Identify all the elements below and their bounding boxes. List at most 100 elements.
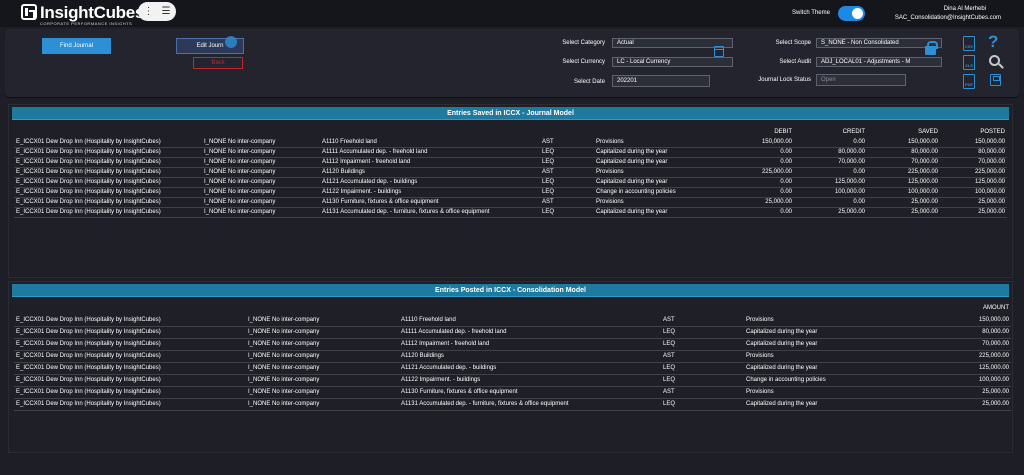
back-button[interactable]: Back (193, 57, 243, 69)
table-row[interactable]: E_ICCX01 Dew Drop Inn (Hospitality by In… (14, 374, 1011, 387)
account-type-cell: LEQ (661, 374, 744, 387)
posted-cell: 70,000.00 (940, 157, 1007, 168)
amount-cell: 80,000.00 (905, 326, 1011, 339)
find-journal-button[interactable]: Find Journal (42, 38, 111, 54)
debit-cell: 0.00 (712, 207, 794, 218)
table-row[interactable]: E_ICCX01 Dew Drop Inn (Hospitality by In… (14, 187, 1007, 198)
table-row[interactable]: E_ICCX01 Dew Drop Inn (Hospitality by In… (14, 157, 1007, 168)
table-row[interactable]: E_ICCX01 Dew Drop Inn (Hospitality by In… (14, 207, 1007, 218)
posted-cell: 125,000.00 (940, 177, 1007, 188)
account-type-cell: LEQ (661, 362, 744, 375)
table-row[interactable]: E_ICCX01 Dew Drop Inn (Hospitality by In… (14, 350, 1011, 363)
flow-cell: Provisions (594, 167, 712, 178)
account-type-cell: AST (661, 350, 744, 363)
account-type-cell: LEQ (661, 338, 744, 351)
account-cell: A1121 Accumulated dep. - buildings (399, 362, 661, 375)
debit-cell: 150,000.00 (712, 137, 794, 148)
credit-cell: 0.00 (794, 197, 867, 208)
flow-cell: Capitalized during the year (594, 157, 712, 168)
table-row[interactable]: E_ICCX01 Dew Drop Inn (Hospitality by In… (14, 326, 1011, 339)
flow-cell: Capitalized during the year (744, 362, 905, 375)
intercompany-cell: I_NONE No inter-company (246, 374, 399, 387)
debit-cell: 25,000.00 (712, 197, 794, 208)
save-icon[interactable] (990, 74, 1001, 86)
account-type-cell: LEQ (540, 187, 594, 198)
table-row[interactable]: E_ICCX01 Dew Drop Inn (Hospitality by In… (14, 137, 1007, 148)
xls-export-icon[interactable]: XLS (963, 55, 975, 70)
debit-cell: 0.00 (712, 147, 794, 158)
amount-cell: 150,000.00 (905, 314, 1011, 327)
table-row[interactable]: E_ICCX01 Dew Drop Inn (Hospitality by In… (14, 398, 1011, 411)
flow-cell: Provisions (744, 350, 905, 363)
flow-cell: Capitalized during the year (744, 338, 905, 351)
table-row[interactable]: E_ICCX01 Dew Drop Inn (Hospitality by In… (14, 338, 1011, 351)
date-input[interactable]: 202201 (612, 75, 710, 87)
switch-theme-toggle[interactable] (838, 6, 865, 21)
account-cell: A1110 Freehold land (320, 137, 540, 148)
controls-panel: Find Journal Edit Journ Back Select Cate… (5, 29, 1019, 97)
posted-cell: 150,000.00 (940, 137, 1007, 148)
intercompany-cell: I_NONE No inter-company (246, 398, 399, 411)
debit-cell: 0.00 (712, 187, 794, 198)
credit-cell: 80,000.00 (794, 147, 867, 158)
debit-cell: 0.00 (712, 157, 794, 168)
table-row[interactable]: E_ICCX01 Dew Drop Inn (Hospitality by In… (14, 167, 1007, 178)
lock-icon[interactable] (925, 41, 938, 55)
saved-column-header[interactable]: SAVED (867, 127, 940, 137)
currency-select[interactable]: LC - Local Currency (612, 57, 733, 67)
select-audit-label: Select Audit (779, 59, 811, 65)
debit-column-header[interactable]: DEBIT (712, 127, 794, 137)
insightcubes-logo[interactable]: InsightCubes CORPORATE PERFORMANCE INSIG… (21, 2, 145, 26)
menu-button[interactable]: ⋮ ☰ (138, 2, 176, 21)
account-cell: A1130 Furniture, fixtures & office equip… (320, 197, 540, 208)
hamburger-icon: ☰ (161, 6, 171, 17)
posted-column-header[interactable]: POSTED (940, 127, 1007, 137)
account-cell: A1120 Buildings (320, 167, 540, 178)
table-row[interactable]: E_ICCX01 Dew Drop Inn (Hospitality by In… (14, 314, 1011, 327)
intercompany-cell: I_NONE No inter-company (246, 338, 399, 351)
table-row[interactable]: E_ICCX01 Dew Drop Inn (Hospitality by In… (14, 177, 1007, 188)
csv-export-icon[interactable]: CSV (963, 36, 975, 51)
flow-cell: Provisions (594, 137, 712, 148)
search-icon[interactable] (989, 55, 1000, 66)
saved-cell: 25,000.00 (867, 197, 940, 208)
logo-text: InsightCubes (40, 2, 145, 22)
entity-cell: E_ICCX01 Dew Drop Inn (Hospitality by In… (14, 147, 202, 158)
saved-cell: 25,000.00 (867, 207, 940, 218)
select-date-label: Select Date (573, 79, 605, 85)
table-row[interactable]: E_ICCX01 Dew Drop Inn (Hospitality by In… (14, 197, 1007, 208)
audit-select[interactable]: ADJ_LOCAL01 - Adjustments - M (816, 57, 942, 67)
credit-cell: 0.00 (794, 167, 867, 178)
amount-cell: 100,000.00 (905, 374, 1011, 387)
posted-cell: 225,000.00 (940, 167, 1007, 178)
amount-cell: 25,000.00 (905, 398, 1011, 411)
intercompany-cell: I_NONE No inter-company (202, 177, 320, 188)
saved-cell: 100,000.00 (867, 187, 940, 198)
help-icon[interactable]: ? (988, 32, 998, 52)
entity-cell: E_ICCX01 Dew Drop Inn (Hospitality by In… (14, 207, 202, 218)
flow-cell: Change in accounting policies (594, 187, 712, 198)
table-row[interactable]: E_ICCX01 Dew Drop Inn (Hospitality by In… (14, 386, 1011, 399)
user-email: SAC_Consolidation@InsightCubes.com (894, 15, 1001, 21)
table-row[interactable]: E_ICCX01 Dew Drop Inn (Hospitality by In… (14, 362, 1011, 375)
account-cell: A1112 Impairment - freehold land (320, 157, 540, 168)
amount-column-header[interactable]: AMOUNT (905, 302, 1011, 314)
journal-entries-panel: Entries Saved in ICCX - Journal Model DE… (8, 104, 1013, 278)
calendar-icon[interactable] (714, 46, 724, 57)
credit-column-header[interactable]: CREDIT (794, 127, 867, 137)
switch-theme-label: Switch Theme (792, 10, 830, 16)
credit-cell: 25,000.00 (794, 207, 867, 218)
select-category-label: Select Category (562, 40, 605, 46)
mouse-cursor-icon (225, 36, 237, 48)
intercompany-cell: I_NONE No inter-company (246, 326, 399, 339)
scope-select[interactable]: S_NONE - Non Consolidated (816, 38, 942, 48)
pdf-export-icon[interactable]: PDF (963, 74, 975, 89)
debit-cell: 0.00 (712, 177, 794, 188)
intercompany-cell: I_NONE No inter-company (246, 386, 399, 399)
account-type-cell: LEQ (540, 177, 594, 188)
amount-cell: 70,000.00 (905, 338, 1011, 351)
entity-cell: E_ICCX01 Dew Drop Inn (Hospitality by In… (14, 386, 246, 399)
entity-cell: E_ICCX01 Dew Drop Inn (Hospitality by In… (14, 338, 246, 351)
table-row[interactable]: E_ICCX01 Dew Drop Inn (Hospitality by In… (14, 147, 1007, 158)
entity-cell: E_ICCX01 Dew Drop Inn (Hospitality by In… (14, 362, 246, 375)
